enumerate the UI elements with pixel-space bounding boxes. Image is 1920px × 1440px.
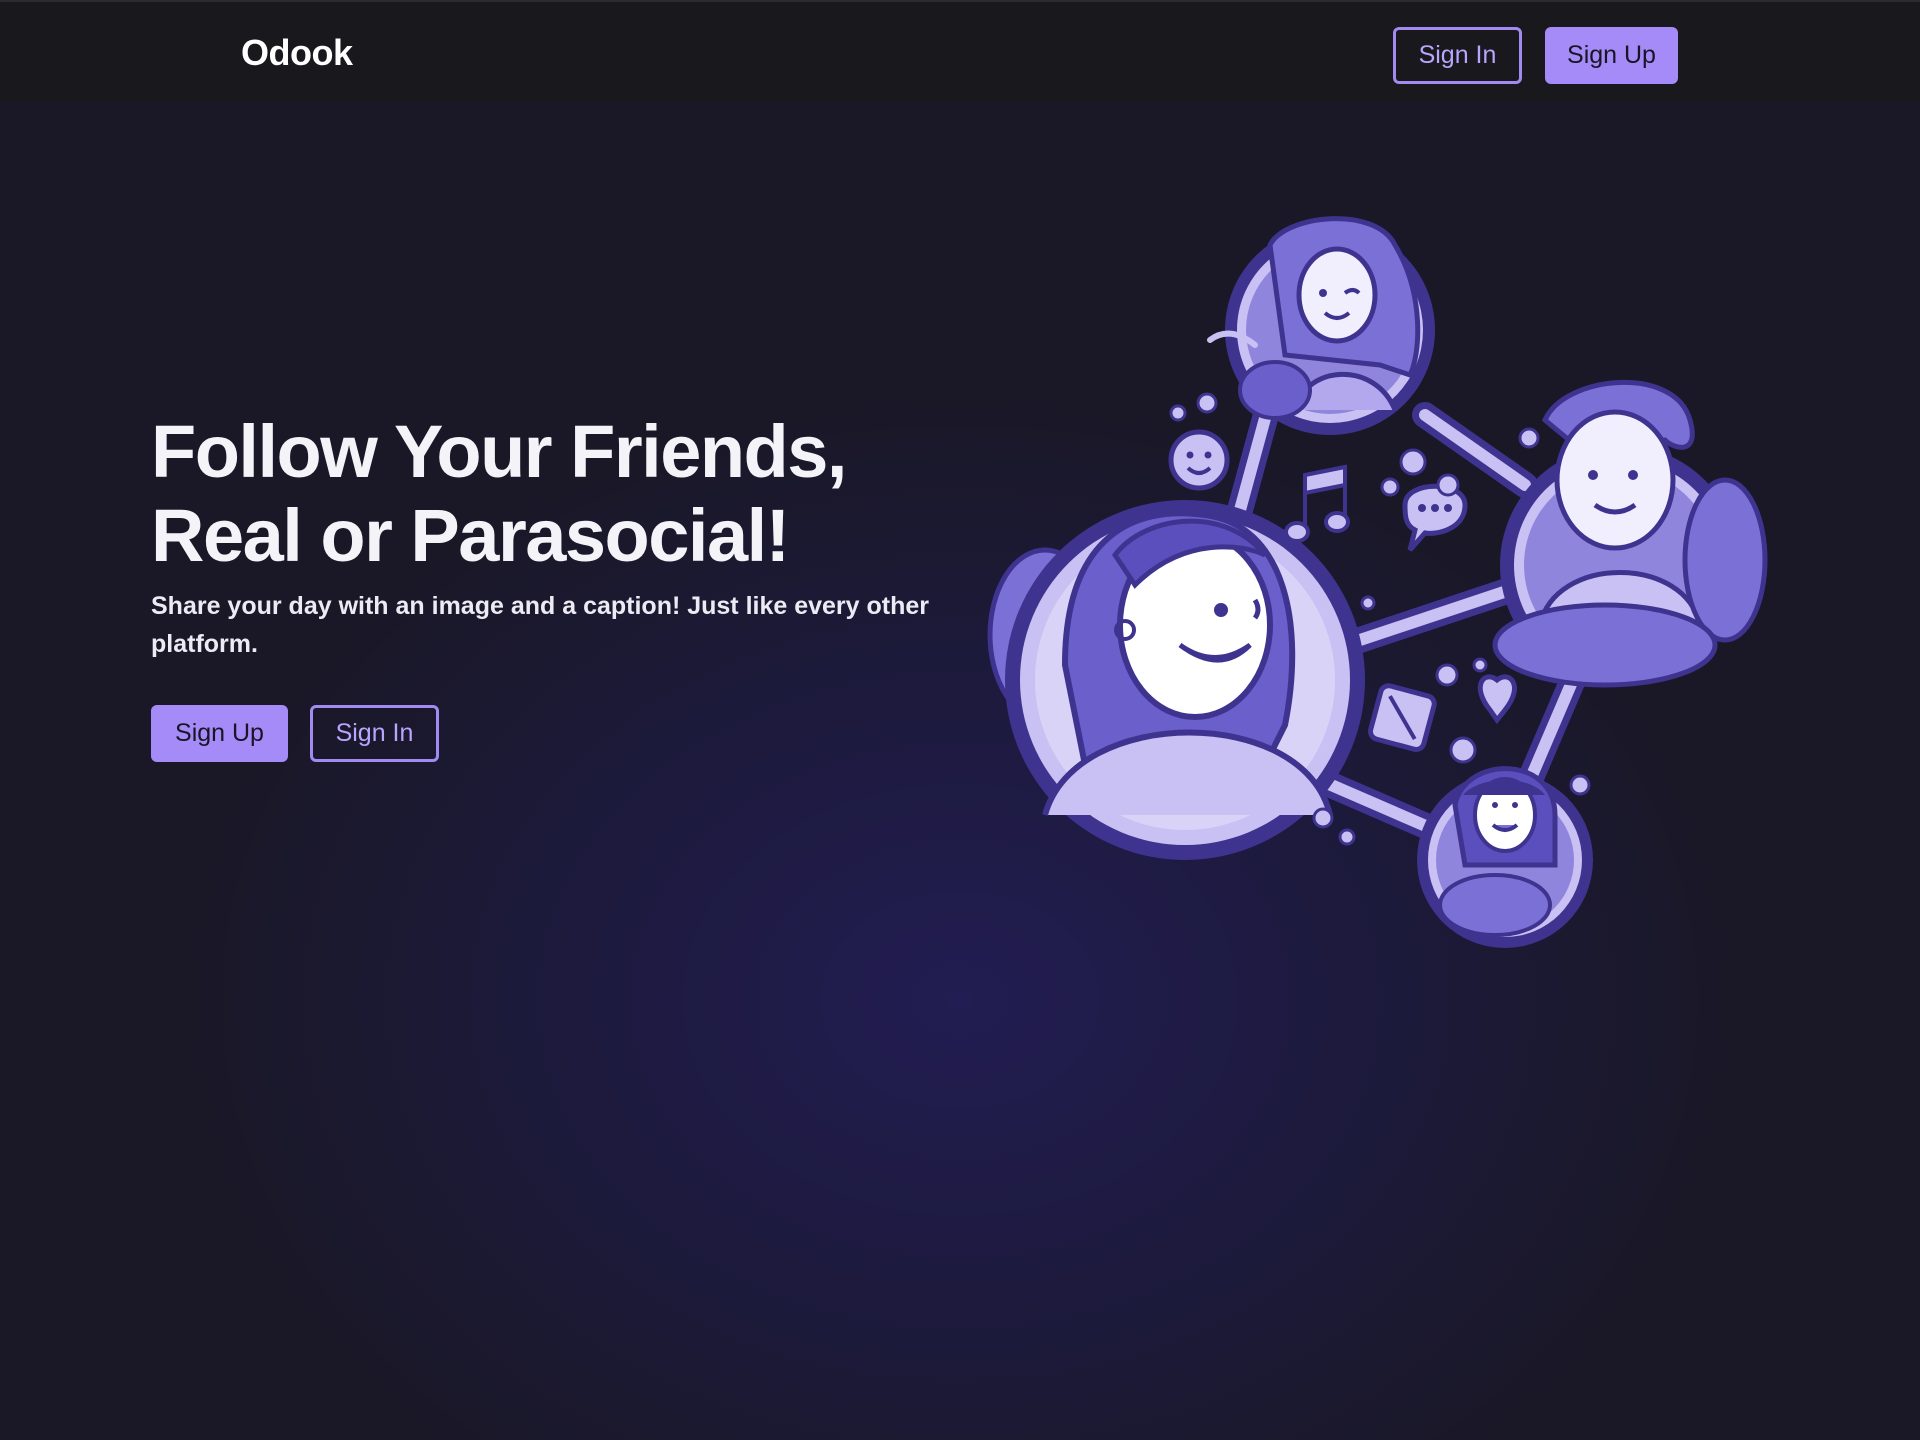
hero-sign-in-button[interactable]: Sign In [310,705,439,762]
hero-title-line-2: Real or Parasocial! [151,494,790,577]
hero-sign-up-button[interactable]: Sign Up [151,705,288,762]
chat-bubble-icon [1402,483,1468,552]
avatar-small [1417,766,1593,948]
image-frame-icon [1367,683,1437,752]
top-navbar: Odook Sign In Sign Up [0,0,1920,102]
smiley-icon [1168,429,1230,491]
nav-sign-in-button[interactable]: Sign In [1393,27,1522,84]
nav-sign-up-button[interactable]: Sign Up [1545,27,1678,84]
music-note-icon [1284,464,1350,543]
friends-network-illustration [987,216,1768,948]
brand-logo[interactable]: Odook [241,32,353,74]
hero-title-line-1: Follow Your Friends, [151,410,847,493]
avatar-large [987,500,1365,860]
avatar-right [1492,379,1768,688]
heart-icon [1477,674,1517,725]
hero-title: Follow Your Friends, Real or Parasocial! [151,410,951,578]
hero-subtitle: Share your day with an image and a capti… [151,592,930,658]
avatar-top [1207,216,1435,435]
